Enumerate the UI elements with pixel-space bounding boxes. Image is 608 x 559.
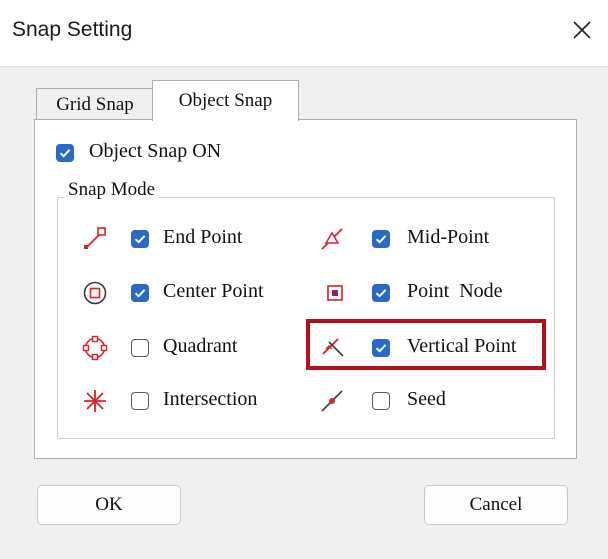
seed-label: Seed	[407, 388, 446, 410]
close-icon	[573, 21, 591, 39]
quadrant-checkbox[interactable]	[131, 339, 149, 357]
check-icon	[134, 235, 146, 244]
seed-icon	[321, 390, 343, 412]
check-icon	[375, 344, 387, 353]
mid-point-checkbox[interactable]	[372, 230, 390, 248]
check-icon	[375, 289, 387, 298]
window-title: Snap Setting	[12, 18, 133, 41]
end-point-icon	[84, 227, 106, 249]
center-point-icon	[83, 281, 107, 305]
vertical-point-checkbox[interactable]	[372, 339, 390, 357]
end-point-checkbox[interactable]	[131, 230, 149, 248]
object-snap-on-label: Object Snap ON	[89, 140, 222, 162]
end-point-label: End Point	[163, 226, 243, 248]
intersection-checkbox[interactable]	[131, 392, 149, 410]
vertical-point-label: Vertical Point	[407, 335, 517, 357]
close-button[interactable]	[562, 10, 602, 50]
tab-grid-snap[interactable]: Grid Snap	[36, 88, 154, 121]
seed-checkbox[interactable]	[372, 392, 390, 410]
quadrant-label: Quadrant	[163, 335, 238, 357]
mid-point-icon	[321, 228, 343, 250]
cancel-button[interactable]: Cancel	[424, 485, 568, 525]
snap-mode-title: Snap Mode	[64, 179, 160, 201]
point-node-label: Point Node	[407, 280, 503, 302]
point-node-icon	[327, 285, 343, 301]
point-node-checkbox[interactable]	[372, 284, 390, 302]
center-point-label: Center Point	[163, 280, 264, 302]
mid-point-label: Mid-Point	[407, 226, 490, 248]
object-snap-on-checkbox[interactable]	[56, 144, 74, 162]
quadrant-icon	[82, 335, 108, 361]
title-bar: Snap Setting	[0, 0, 608, 66]
check-icon	[59, 149, 71, 158]
tab-object-snap[interactable]: Object Snap	[152, 80, 299, 121]
intersection-label: Intersection	[163, 388, 258, 410]
vertical-point-icon	[322, 338, 344, 357]
center-point-checkbox[interactable]	[131, 284, 149, 302]
check-icon	[375, 235, 387, 244]
ok-button[interactable]: OK	[37, 485, 181, 525]
check-icon	[134, 289, 146, 298]
intersection-icon	[84, 390, 106, 412]
